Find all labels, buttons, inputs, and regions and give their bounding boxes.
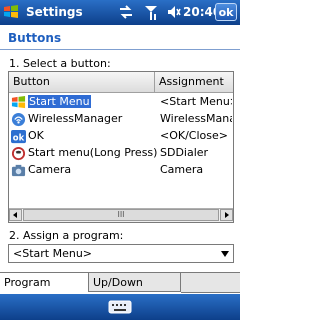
softkey-bar [0,294,240,320]
tab-strip: Program Buttons Up/Down Control [0,272,240,308]
button-name: Start menu(Long Press) [28,146,158,159]
horizontal-scrollbar[interactable]: III [9,208,233,222]
button-name: Camera [28,163,72,176]
keyboard-icon[interactable] [108,299,132,315]
list-item[interactable]: WirelessManager WirelessManag [9,111,233,128]
buttons-list[interactable]: Button Assignment Start Menu <Start Menu… [8,71,234,223]
select-button-label: 1. Select a button: [9,57,111,70]
signal-icon[interactable] [144,4,158,23]
svg-text:ok: ok [13,132,25,142]
column-header-button[interactable]: Button [9,72,155,92]
button-assignment: WirelessManag [160,112,232,125]
tab-program-buttons[interactable]: Program Buttons [0,273,89,308]
volume-icon[interactable] [167,4,181,23]
page-title: Buttons [8,31,62,45]
program-select-value: <Start Menu> [13,247,93,260]
camera-icon [11,164,26,177]
ok-icon: ok [11,129,26,144]
wireless-manager-icon [11,112,26,127]
tab-up-down-control[interactable]: Up/Down Control [89,273,181,308]
program-select[interactable]: <Start Menu> [8,244,234,263]
button-assignment: SDDialer [160,146,209,159]
scroll-thumb[interactable]: III [23,209,219,221]
list-item[interactable]: Camera Camera [9,162,233,179]
windows-start-icon[interactable] [3,4,19,20]
button-assignment: Camera [160,163,204,176]
list-item[interactable]: ok OK <OK/Close> [9,128,233,145]
chevron-down-icon[interactable] [220,250,230,258]
speed-dial-icon [11,146,26,161]
start-menu-icon [11,95,26,109]
button-name: OK [28,129,44,142]
connectivity-icon[interactable] [118,4,134,23]
assign-program-label: 2. Assign a program: [9,229,124,242]
scroll-left-button[interactable] [9,209,22,221]
title-bar: Settings 20:40 ok [0,0,240,25]
app-title: Settings [26,5,83,19]
button-assignment: <OK/Close> [160,129,228,142]
scroll-right-button[interactable] [220,209,233,221]
button-name: Start Menu [28,95,91,108]
tab-strip-fill [181,273,240,293]
button-name: WirelessManager [28,112,123,125]
list-header: Button Assignment [9,72,233,93]
ok-button[interactable]: ok [215,3,237,21]
list-item[interactable]: Start menu(Long Press) SDDialer [9,145,233,162]
list-item[interactable]: Start Menu <Start Menu> [9,94,233,111]
column-header-assignment[interactable]: Assignment [155,72,233,92]
button-assignment: <Start Menu> [160,95,232,108]
divider [0,49,240,50]
